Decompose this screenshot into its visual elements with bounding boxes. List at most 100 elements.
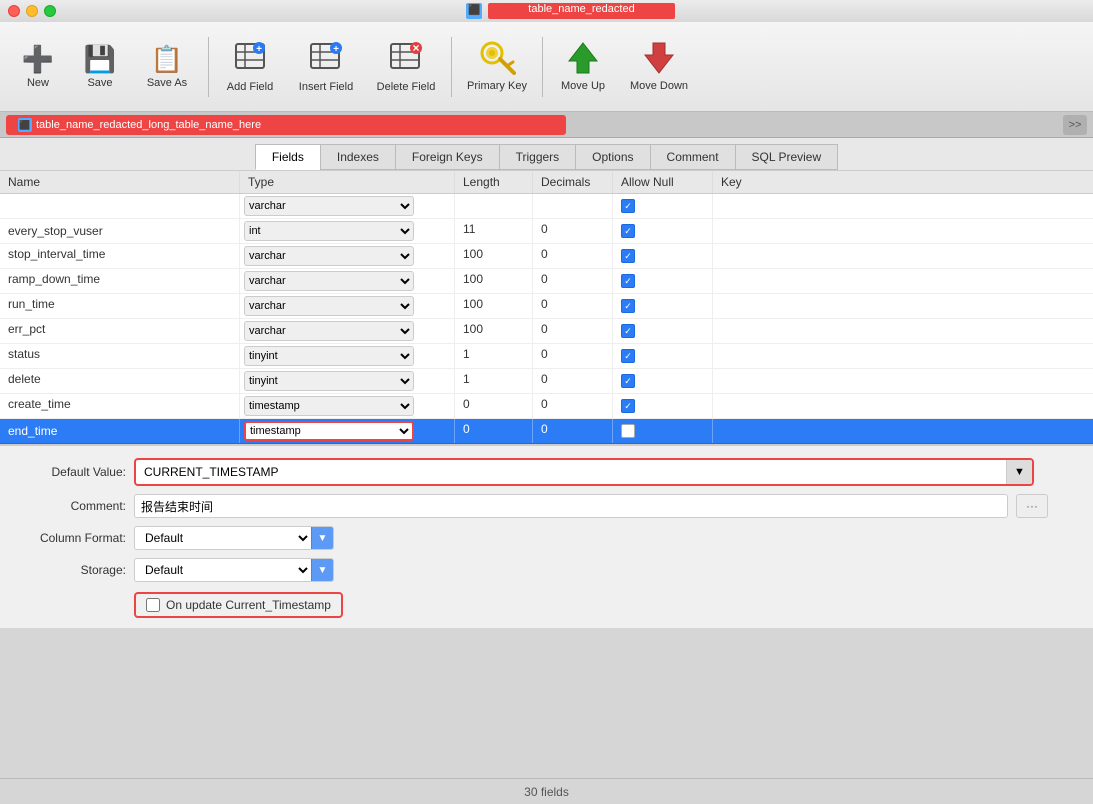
default-value-input[interactable]: CURRENT_TIMESTAMP (136, 460, 1006, 484)
checkbox-checked[interactable]: ✓ (621, 349, 635, 363)
checkbox-unchecked[interactable] (621, 424, 635, 438)
type-select[interactable]: int (244, 221, 414, 241)
tab-fields[interactable]: Fields (255, 144, 321, 170)
on-update-checkbox[interactable] (146, 598, 160, 612)
insert-field-label: Insert Field (299, 81, 353, 93)
type-select[interactable]: tinyint (244, 346, 414, 366)
cell-type[interactable]: varchar (240, 319, 455, 343)
tab-options[interactable]: Options (575, 144, 650, 170)
checkbox-checked[interactable]: ✓ (621, 374, 635, 388)
minimize-button[interactable] (26, 5, 38, 17)
cell-type[interactable]: tinyint (240, 344, 455, 368)
tab-triggers[interactable]: Triggers (499, 144, 577, 170)
status-text: 30 fields (524, 785, 569, 799)
insert-field-button[interactable]: + Insert Field (287, 28, 365, 106)
column-format-label: Column Format: (16, 531, 126, 545)
cell-type[interactable]: varchar (240, 269, 455, 293)
close-button[interactable] (8, 5, 20, 17)
comment-input[interactable]: 报告结束时间 (134, 494, 1008, 518)
move-up-icon (567, 41, 599, 78)
traffic-lights (8, 5, 56, 17)
comment-row: Comment: 报告结束时间 ··· (16, 494, 1077, 518)
checkbox-checked[interactable]: ✓ (621, 399, 635, 413)
cell-allow-null: ✓ (613, 394, 713, 418)
tab-comment[interactable]: Comment (650, 144, 736, 170)
cell-length: 0 (455, 394, 533, 418)
new-icon: ➕ (22, 44, 54, 75)
move-down-button[interactable]: Move Down (619, 28, 699, 106)
column-format-select[interactable]: Default (135, 527, 311, 549)
cell-key (713, 394, 1093, 418)
type-select[interactable]: varchar (244, 321, 414, 341)
type-select[interactable]: varchar (244, 271, 414, 291)
storage-label: Storage: (16, 563, 126, 577)
checkbox-checked[interactable]: ✓ (621, 199, 635, 213)
type-select[interactable]: timestamp (244, 396, 414, 416)
type-select[interactable]: varchar (244, 196, 414, 216)
cell-allow-null: ✓ (613, 294, 713, 318)
column-format-select-container: Default ▼ (134, 526, 334, 550)
storage-arrow[interactable]: ▼ (311, 559, 333, 581)
new-button[interactable]: ➕ New (8, 28, 68, 106)
storage-select[interactable]: Default (135, 559, 311, 581)
cell-type[interactable]: varchar (240, 244, 455, 268)
cell-type[interactable]: varchar (240, 294, 455, 318)
cell-type[interactable]: timestamp (240, 394, 455, 418)
tab-sql-preview[interactable]: SQL Preview (735, 144, 839, 170)
checkbox-checked[interactable]: ✓ (621, 299, 635, 313)
move-up-label: Move Up (561, 80, 605, 92)
checkbox-checked[interactable]: ✓ (621, 224, 635, 238)
insert-field-icon: + (309, 40, 343, 79)
cell-name-selected: end_time (0, 419, 240, 443)
move-up-button[interactable]: Move Up (549, 28, 617, 106)
col-header-key: Key (713, 171, 1093, 193)
tab-title[interactable]: table_name_redacted (488, 3, 674, 19)
table-row: every_stop_vuser int 11 0 ✓ (0, 219, 1093, 244)
maximize-button[interactable] (44, 5, 56, 17)
primary-key-label: Primary Key (467, 80, 527, 92)
tab-indexes[interactable]: Indexes (320, 144, 396, 170)
type-select[interactable]: tinyint (244, 371, 414, 391)
detail-panel: Default Value: CURRENT_TIMESTAMP ▼ Comme… (0, 445, 1093, 628)
tab-foreign-keys[interactable]: Foreign Keys (395, 144, 500, 170)
column-format-arrow[interactable]: ▼ (311, 527, 333, 549)
cell-name: delete (0, 369, 240, 393)
column-format-row: Column Format: Default ▼ (16, 526, 1077, 550)
save-icon: 💾 (84, 44, 116, 75)
svg-text:×: × (412, 41, 419, 55)
cell-type[interactable]: tinyint (240, 369, 455, 393)
cell-type[interactable]: varchar (240, 194, 455, 218)
cell-type-selected[interactable]: timestamp (240, 419, 455, 443)
cell-allow-null: ✓ (613, 319, 713, 343)
table-row: stop_interval_time varchar 100 0 ✓ (0, 244, 1093, 269)
cell-allow-null-selected (613, 419, 713, 443)
add-field-button[interactable]: + Add Field (215, 28, 285, 106)
save-as-button[interactable]: 📋 Save As (132, 28, 202, 106)
default-value-dropdown-button[interactable]: ▼ (1006, 460, 1032, 484)
checkbox-checked[interactable]: ✓ (621, 324, 635, 338)
save-as-icon: 📋 (151, 44, 183, 75)
save-button[interactable]: 💾 Save (70, 28, 130, 106)
type-select[interactable]: varchar (244, 246, 414, 266)
tab-overflow-button[interactable]: >> (1063, 115, 1087, 135)
save-label: Save (87, 77, 112, 89)
table-header: Name Type Length Decimals Allow Null Key (0, 171, 1093, 194)
checkbox-checked[interactable]: ✓ (621, 274, 635, 288)
cell-decimals (533, 194, 613, 218)
primary-key-button[interactable]: Primary Key (458, 28, 536, 106)
cell-type[interactable]: int (240, 219, 455, 243)
type-select-selected[interactable]: timestamp (244, 421, 414, 441)
delete-field-button[interactable]: × Delete Field (367, 28, 445, 106)
cell-allow-null: ✓ (613, 269, 713, 293)
cell-length: 100 (455, 244, 533, 268)
table-tab[interactable]: ⬛ table_name_redacted_long_table_name_he… (6, 115, 566, 135)
storage-row: Storage: Default ▼ (16, 558, 1077, 582)
table-row: err_pct varchar 100 0 ✓ (0, 319, 1093, 344)
checkbox-checked[interactable]: ✓ (621, 249, 635, 263)
table-row: run_time varchar 100 0 ✓ (0, 294, 1093, 319)
field-tabs: Fields Indexes Foreign Keys Triggers Opt… (0, 138, 1093, 171)
type-select[interactable]: varchar (244, 296, 414, 316)
table-row-selected[interactable]: end_time timestamp 0 0 (0, 419, 1093, 444)
comment-extra-button[interactable]: ··· (1016, 494, 1048, 518)
cell-key (713, 369, 1093, 393)
